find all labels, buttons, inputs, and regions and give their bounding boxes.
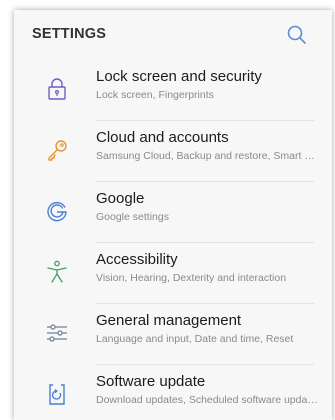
settings-item-software-update[interactable]: Software update Download updates, Schedu… [14, 365, 332, 420]
settings-item-accessibility[interactable]: Accessibility Vision, Hearing, Dexterity… [14, 243, 332, 304]
settings-item-title: Lock screen and security [96, 68, 262, 85]
settings-list: Lock screen and security Lock screen, Fi… [14, 60, 332, 420]
sliders-icon [47, 324, 67, 342]
settings-item-cloud-accounts[interactable]: Cloud and accounts Samsung Cloud, Backup… [14, 121, 332, 182]
app-bar: SETTINGS [14, 10, 332, 60]
settings-item-general-management[interactable]: General management Language and input, D… [14, 304, 332, 365]
settings-item-title: Cloud and accounts [96, 129, 229, 146]
settings-item-subtitle: Google settings [96, 211, 169, 223]
settings-item-subtitle: Download updates, Scheduled software upd… [96, 394, 318, 406]
search-icon [287, 25, 306, 44]
settings-item-subtitle: Vision, Hearing, Dexterity and interacti… [96, 272, 287, 284]
settings-item-subtitle: Lock screen, Fingerprints [96, 89, 214, 101]
settings-item-title: Accessibility [96, 251, 178, 268]
settings-item-lock-screen[interactable]: Lock screen and security Lock screen, Fi… [14, 60, 332, 121]
key-icon [48, 140, 67, 161]
settings-item-title: Software update [96, 373, 206, 390]
search-button[interactable] [284, 22, 310, 48]
google-icon [47, 201, 67, 222]
settings-item-subtitle: Language and input, Date and time, Reset [96, 333, 294, 345]
lock-icon [48, 78, 66, 100]
page-title: SETTINGS [32, 26, 107, 42]
settings-panel: SETTINGS Lock screen and security Lock s… [14, 10, 332, 420]
settings-item-subtitle: Samsung Cloud, Backup and restore, Smart… [96, 150, 318, 162]
settings-item-title: Google [96, 190, 145, 207]
accessibility-icon [47, 260, 67, 283]
settings-item-title: General management [96, 312, 242, 329]
software-update-icon [49, 384, 65, 405]
settings-item-google[interactable]: Google Google settings [14, 182, 332, 243]
